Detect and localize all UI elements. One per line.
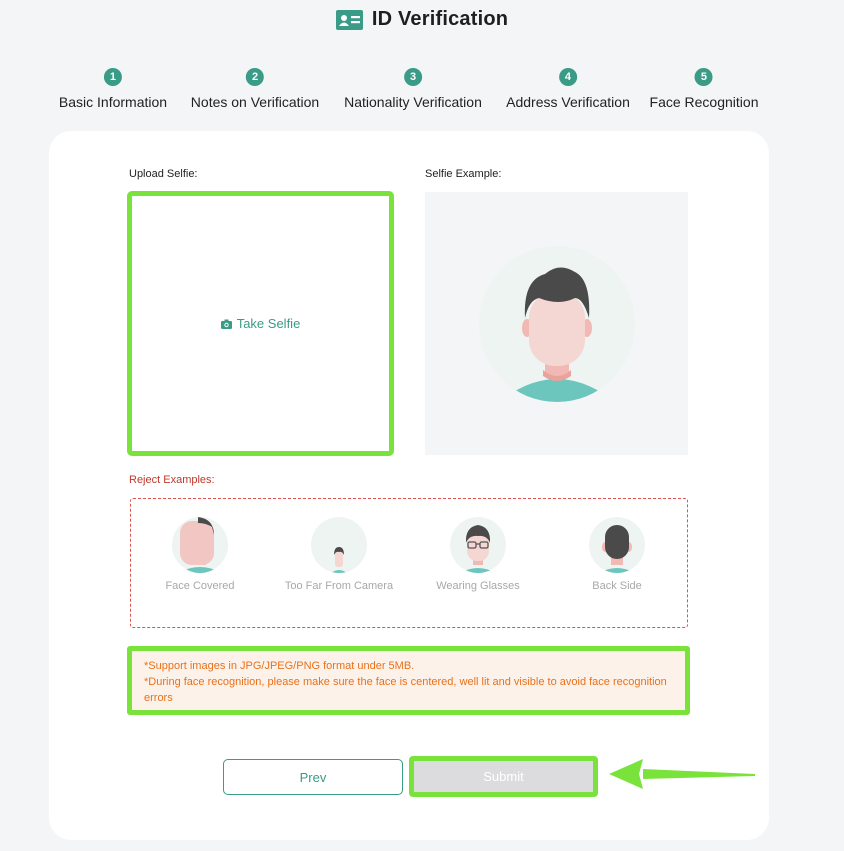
take-selfie-label: Take Selfie — [236, 316, 301, 331]
progress-steps: 1 Basic Information 2 Notes on Verificat… — [0, 68, 844, 112]
upload-selfie-label: Upload Selfie: — [129, 168, 198, 180]
submit-button[interactable]: Submit — [409, 756, 598, 797]
page-title: ID Verification — [371, 8, 509, 30]
step-basic-information: 1 Basic Information — [59, 68, 167, 110]
reject-examples-box: Face Covered Too Far From Camera Wearing… — [130, 498, 688, 628]
selfie-example-avatar — [478, 245, 635, 402]
selfie-example-label: Selfie Example: — [425, 168, 502, 180]
step-label: Address Verification — [506, 94, 630, 110]
step-number: 5 — [694, 68, 713, 86]
back-side-avatar — [589, 517, 645, 573]
step-notes-on-verification: 2 Notes on Verification — [191, 68, 319, 110]
step-address-verification: 4 Address Verification — [506, 68, 630, 110]
step-label: Nationality Verification — [344, 94, 482, 110]
reject-item-back-side: Back Side — [562, 517, 672, 594]
step-number: 2 — [246, 68, 264, 86]
step-number: 4 — [558, 68, 577, 86]
step-label: Face Recognition — [649, 94, 759, 110]
step-label: Basic Information — [58, 94, 168, 110]
step-nationality-verification: 3 Nationality Verification — [344, 68, 482, 110]
face-covered-avatar — [172, 517, 228, 573]
reject-examples-label: Reject Examples: — [129, 474, 215, 486]
reject-caption: Face Covered — [165, 580, 235, 592]
reject-item-face-covered: Face Covered — [145, 517, 255, 594]
step-number: 3 — [404, 68, 422, 86]
id-card-icon — [335, 9, 363, 30]
notice-line-format: *Support images in JPG/JPEG/PNG format u… — [144, 660, 415, 672]
step-face-recognition: 5 Face Recognition — [649, 68, 759, 110]
reject-caption: Too Far From Camera — [284, 580, 394, 592]
take-selfie-button[interactable]: Take Selfie — [220, 316, 301, 331]
step-label: Notes on Verification — [190, 94, 320, 110]
prev-button[interactable]: Prev — [223, 759, 403, 795]
format-notice: *Support images in JPG/JPEG/PNG format u… — [127, 646, 690, 715]
reject-caption: Back Side — [592, 580, 642, 592]
reject-item-wearing-glasses: Wearing Glasses — [423, 517, 533, 594]
camera-icon — [220, 319, 232, 329]
page-header: ID Verification — [0, 8, 844, 31]
reject-item-too-far: Too Far From Camera — [284, 517, 394, 594]
annotation-arrow-icon — [609, 759, 755, 789]
wearing-glasses-avatar — [450, 517, 506, 573]
notice-line-recognition: *During face recognition, please make su… — [144, 676, 667, 704]
reject-caption: Wearing Glasses — [436, 580, 520, 592]
upload-selfie-area[interactable]: Take Selfie — [127, 191, 394, 456]
too-far-avatar — [311, 517, 367, 573]
verification-card: Upload Selfie: Selfie Example: Take Self… — [49, 131, 769, 840]
selfie-example-image — [425, 192, 688, 455]
step-number: 1 — [103, 68, 122, 86]
